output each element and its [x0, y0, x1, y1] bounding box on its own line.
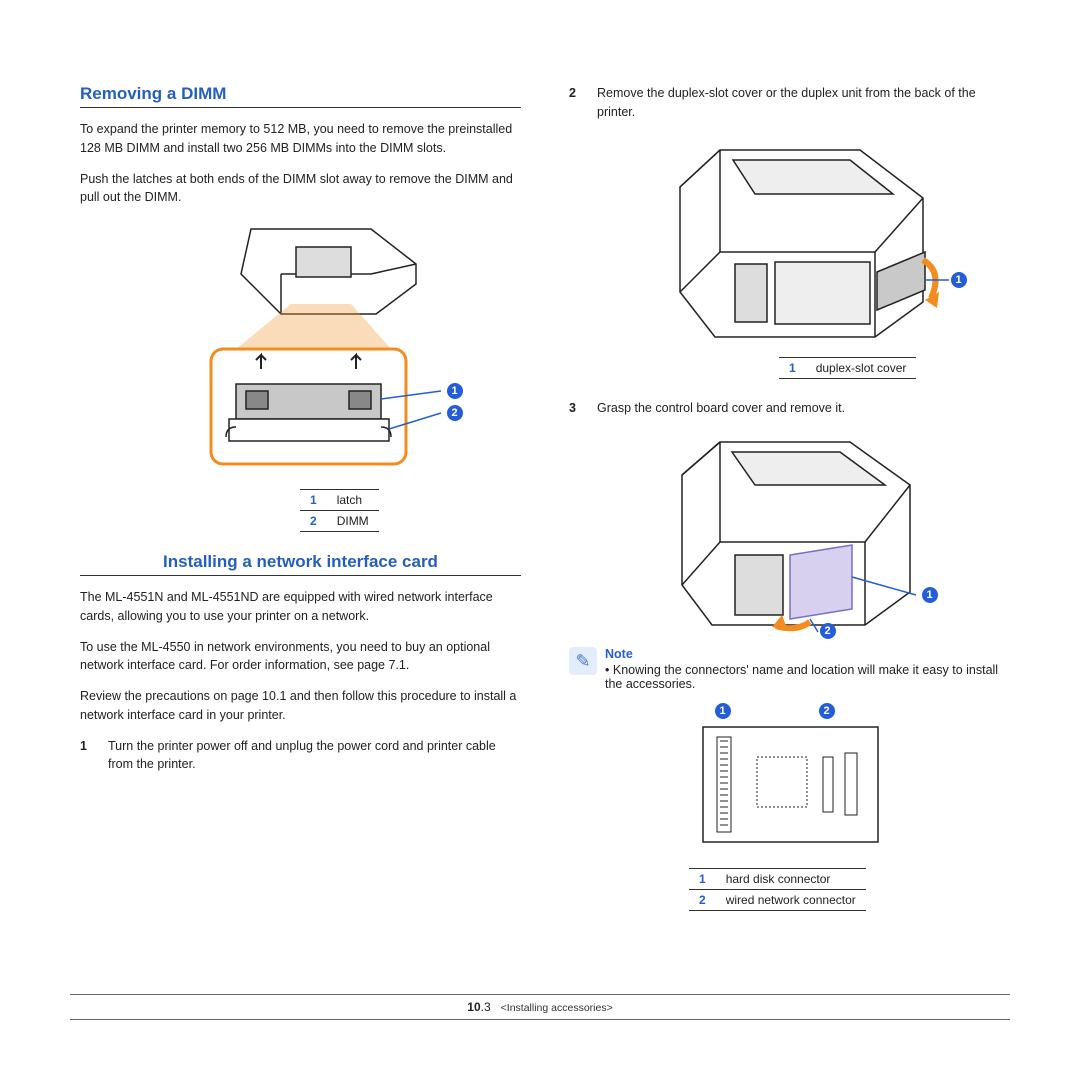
heading-install-nic: Installing a network interface card	[80, 552, 521, 576]
callout-1-icon: 1	[715, 703, 731, 719]
step-3: 3 Grasp the control board cover and remo…	[569, 399, 1010, 418]
callout-1-icon: 1	[922, 587, 938, 603]
para-push-latches: Push the latches at both ends of the DIM…	[80, 170, 521, 208]
figure-dimm-removal: 1 2	[80, 219, 521, 479]
para-expand-memory: To expand the printer memory to 512 MB, …	[80, 120, 521, 158]
callout-1-icon: 1	[447, 383, 463, 399]
step-2: 2 Remove the duplex-slot cover or the du…	[569, 84, 1010, 122]
note-block: ✎ Note • Knowing the connectors' name an…	[569, 647, 1010, 691]
figure-duplex-cover: 1	[569, 132, 1010, 347]
figure-connectors: 1 2	[569, 705, 1010, 858]
figure-control-board: 1 2	[569, 427, 1010, 637]
callout-1-icon: 1	[951, 272, 967, 288]
note-body: • Knowing the connectors' name and locat…	[605, 663, 1010, 691]
legend-dimm: 1latch 2DIMM	[300, 489, 379, 532]
left-column: Removing a DIMM To expand the printer me…	[80, 84, 521, 931]
para-equipped: The ML-4551N and ML-4551ND are equipped …	[80, 588, 521, 626]
right-column: 2 Remove the duplex-slot cover or the du…	[569, 84, 1010, 931]
step-1: 1 Turn the printer power off and unplug …	[80, 737, 521, 775]
callout-2-icon: 2	[819, 703, 835, 719]
para-review: Review the precautions on page 10.1 and …	[80, 687, 521, 725]
para-optional-card: To use the ML-4550 in network environmen…	[80, 638, 521, 676]
heading-removing-dimm: Removing a DIMM	[80, 84, 521, 108]
note-title: Note	[605, 647, 1010, 661]
legend-connectors: 1hard disk connector 2wired network conn…	[689, 868, 866, 911]
callout-2-icon: 2	[820, 623, 836, 639]
note-icon: ✎	[569, 647, 597, 675]
page-number: 10	[467, 1000, 480, 1014]
callout-2-icon: 2	[447, 405, 463, 421]
page-footer: 10.3 <Installing accessories>	[70, 994, 1010, 1020]
chapter-title: <Installing accessories>	[501, 1002, 613, 1014]
legend-duplex: 1duplex-slot cover	[779, 357, 916, 379]
